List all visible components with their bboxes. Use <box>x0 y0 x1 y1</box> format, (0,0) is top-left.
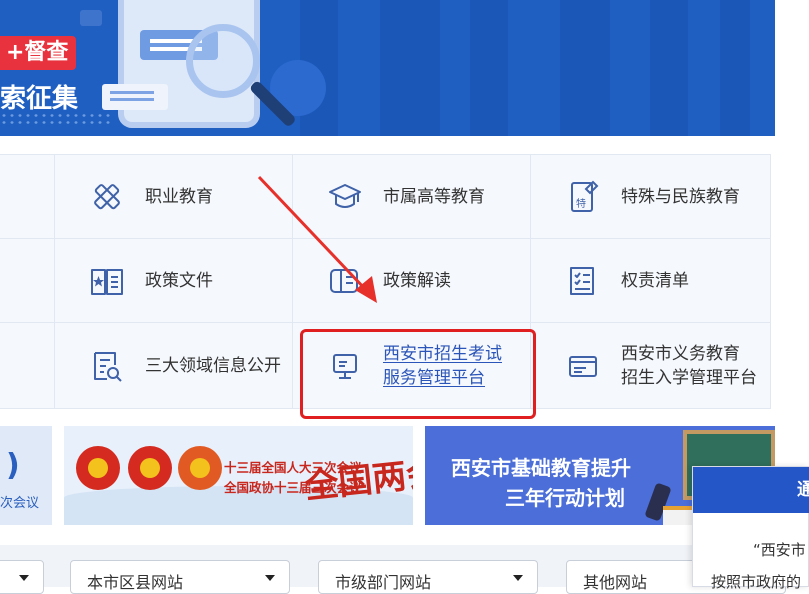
dot-pattern <box>0 112 110 126</box>
tools-icon <box>94 183 120 209</box>
grid-item-cut-3[interactable]: 报 <box>0 323 55 408</box>
grid-item-label: 西安市义务教育 招生入学管理平台 <box>621 342 757 390</box>
popup-text: “西安市 <box>753 541 806 559</box>
grid-item-label: 权责清单 <box>621 270 689 291</box>
chevron-down-icon <box>513 575 523 581</box>
policy-book-icon <box>91 268 123 295</box>
national-emblem-icon <box>76 446 120 490</box>
grid-item-vocational-education[interactable]: 职业教育 <box>55 155 293 239</box>
banner-badge: +督查 <box>0 36 77 70</box>
banner-title: 西安市基础教育提升 <box>451 456 631 480</box>
notice-popup[interactable]: 通 “西安市 按照市政府的 <box>692 466 809 591</box>
grid-item-label: 三大领域信息公开 <box>145 355 281 376</box>
top-banner[interactable]: +督查 索征集 <box>0 0 775 136</box>
policy-scroll-icon <box>330 268 358 293</box>
cppcc-emblem-icon <box>128 446 172 490</box>
grid-item-cut-2[interactable]: 学 <box>0 239 55 323</box>
popup-header: 通 <box>693 467 809 513</box>
grid-item-policy-documents[interactable]: 政策文件 <box>55 239 293 323</box>
grid-item-municipal-higher-education[interactable]: 市属高等教育 <box>293 155 531 239</box>
grid-item-responsibility-list[interactable]: 权责清单 <box>531 239 770 323</box>
site-select-district[interactable]: 本市区县网站 <box>70 560 290 594</box>
two-sessions-banner[interactable]: 十三届全国人大三次会议 全国政协十三届三次会议 全国两会 <box>64 426 413 525</box>
label-line: 西安市义务教育 <box>621 343 740 364</box>
magnifier-icon <box>186 24 260 98</box>
banner-text: ) <box>6 448 20 483</box>
svg-text:特: 特 <box>576 198 586 210</box>
banner-stripe <box>560 0 610 136</box>
banner-title: 索征集 <box>0 84 79 114</box>
calligraphy-title: 全国两会 <box>302 452 413 507</box>
chevron-down-icon <box>265 575 275 581</box>
grid-item-label: 职业教育 <box>145 186 213 207</box>
banner-stripe <box>650 0 688 136</box>
select-label: 其他网站 <box>583 573 648 592</box>
label-line: 招生入学管理平台 <box>621 367 757 388</box>
document-search-icon <box>94 351 122 382</box>
message-card-icon <box>102 84 168 110</box>
highlight-box <box>300 329 536 419</box>
chevron-down-icon <box>19 575 29 581</box>
banner-stripe <box>470 0 508 136</box>
select-label: 市级部门网站 <box>335 573 432 592</box>
banner-text: 次会议 <box>0 496 40 511</box>
grid-item-label: 政策文件 <box>145 270 213 291</box>
special-education-icon: 特 <box>571 180 599 212</box>
site-select-partial[interactable] <box>0 560 44 594</box>
grid-item-special-ethnic-education[interactable]: 特 特殊与民族教育 <box>531 155 770 239</box>
grid-item-three-domains-disclosure[interactable]: 三大领域信息公开 <box>55 323 293 408</box>
window-icon <box>569 355 597 377</box>
select-label: 本市区县网站 <box>87 573 184 592</box>
meeting-banner-partial[interactable]: ) 次会议 <box>0 426 52 525</box>
grid-item-compulsory-education-platform[interactable]: 西安市义务教育 招生入学管理平台 <box>531 323 770 408</box>
popup-text: 按照市政府的 <box>711 573 802 591</box>
site-select-municipal-dept[interactable]: 市级部门网站 <box>318 560 538 594</box>
grid-item-cut-1[interactable]: 育 <box>0 155 55 239</box>
banner-stripe <box>380 0 440 136</box>
graduation-cap-icon <box>329 183 361 208</box>
grid-item-label: 市属高等教育 <box>383 186 485 207</box>
chat-bubble-icon <box>80 10 102 26</box>
grid-item-policy-interpretation[interactable]: 政策解读 <box>293 239 531 323</box>
banner-subtitle: 三年行动计划 <box>505 486 625 510</box>
grid-item-label: 政策解读 <box>383 270 451 291</box>
grid-item-label: 特殊与民族教育 <box>621 186 740 207</box>
checklist-icon <box>570 266 594 295</box>
banner-stripe <box>720 0 750 136</box>
emblem-icon <box>178 446 222 490</box>
